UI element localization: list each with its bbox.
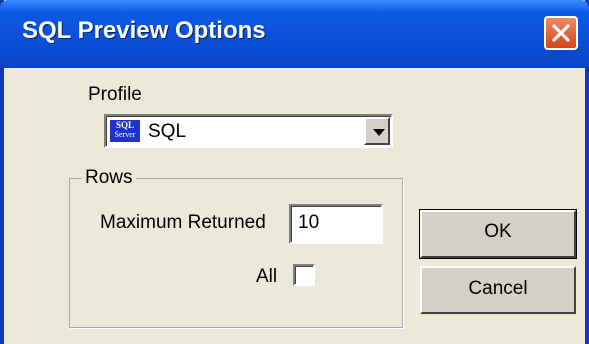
maximum-returned-input[interactable]: 10: [289, 204, 383, 244]
window-title: SQL Preview Options: [22, 17, 266, 44]
profile-selected-value: SQL: [148, 121, 187, 142]
dialog-window: SQL Preview Options Profile SQL Server S…: [0, 0, 589, 344]
ok-button[interactable]: OK: [419, 209, 577, 259]
all-checkbox[interactable]: [293, 264, 315, 286]
maximum-returned-label: Maximum Returned: [100, 212, 266, 233]
dialog-body: Profile SQL Server SQL Rows Maximum Retu…: [4, 68, 585, 344]
close-button[interactable]: [544, 16, 578, 50]
close-icon: [552, 24, 570, 42]
all-label: All: [256, 266, 278, 287]
profile-dropdown[interactable]: SQL Server SQL: [104, 114, 393, 148]
sql-server-icon: SQL Server: [110, 120, 140, 142]
chevron-down-icon: [373, 129, 385, 136]
profile-label: Profile: [88, 84, 142, 105]
rows-groupbox: Rows: [69, 167, 403, 328]
cancel-button[interactable]: Cancel: [420, 266, 576, 314]
rows-group-label: Rows: [82, 167, 136, 189]
title-bar[interactable]: SQL Preview Options: [0, 0, 589, 68]
dropdown-button[interactable]: [364, 117, 390, 145]
